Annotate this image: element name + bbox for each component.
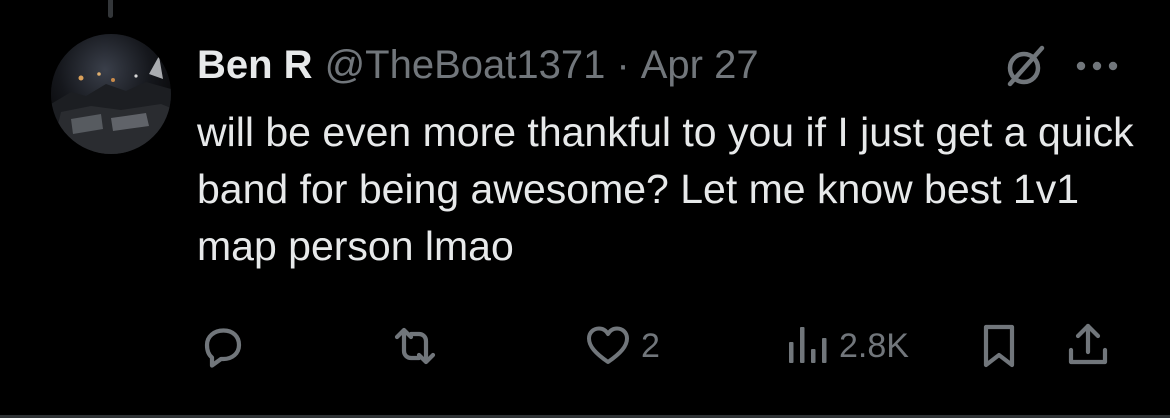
- avatar[interactable]: [51, 34, 171, 154]
- heart-icon: [583, 318, 633, 374]
- retweet-button[interactable]: [387, 318, 443, 374]
- tweet-date[interactable]: Apr 27: [641, 43, 759, 88]
- tweet-header: Ben R @TheBoat1371 · Apr 27: [197, 40, 759, 90]
- user-handle[interactable]: @TheBoat1371: [325, 43, 606, 88]
- reply-icon: [195, 318, 251, 374]
- tweet-action-bar: 2 2.8K: [195, 318, 1117, 374]
- grok-icon[interactable]: [1000, 42, 1048, 90]
- separator-dot: ·: [616, 42, 630, 87]
- thread-connector-line: [108, 0, 113, 18]
- like-button[interactable]: 2: [583, 318, 660, 374]
- avatar-image: [51, 34, 171, 154]
- reply-button[interactable]: [195, 318, 251, 374]
- views-count: 2.8K: [839, 326, 909, 365]
- share-icon: [1063, 318, 1113, 374]
- bookmark-icon: [977, 318, 1021, 374]
- like-count: 2: [641, 326, 660, 365]
- views-icon: [785, 318, 831, 374]
- more-icon[interactable]: [1074, 59, 1120, 73]
- views-button[interactable]: 2.8K: [785, 318, 909, 374]
- bookmark-button[interactable]: [977, 318, 1021, 374]
- retweet-icon: [387, 318, 443, 374]
- tweet-text: will be even more thankful to you if I j…: [197, 109, 1134, 269]
- display-name[interactable]: Ben R: [197, 43, 313, 88]
- header-actions: [1000, 42, 1120, 90]
- share-button[interactable]: [1063, 318, 1113, 374]
